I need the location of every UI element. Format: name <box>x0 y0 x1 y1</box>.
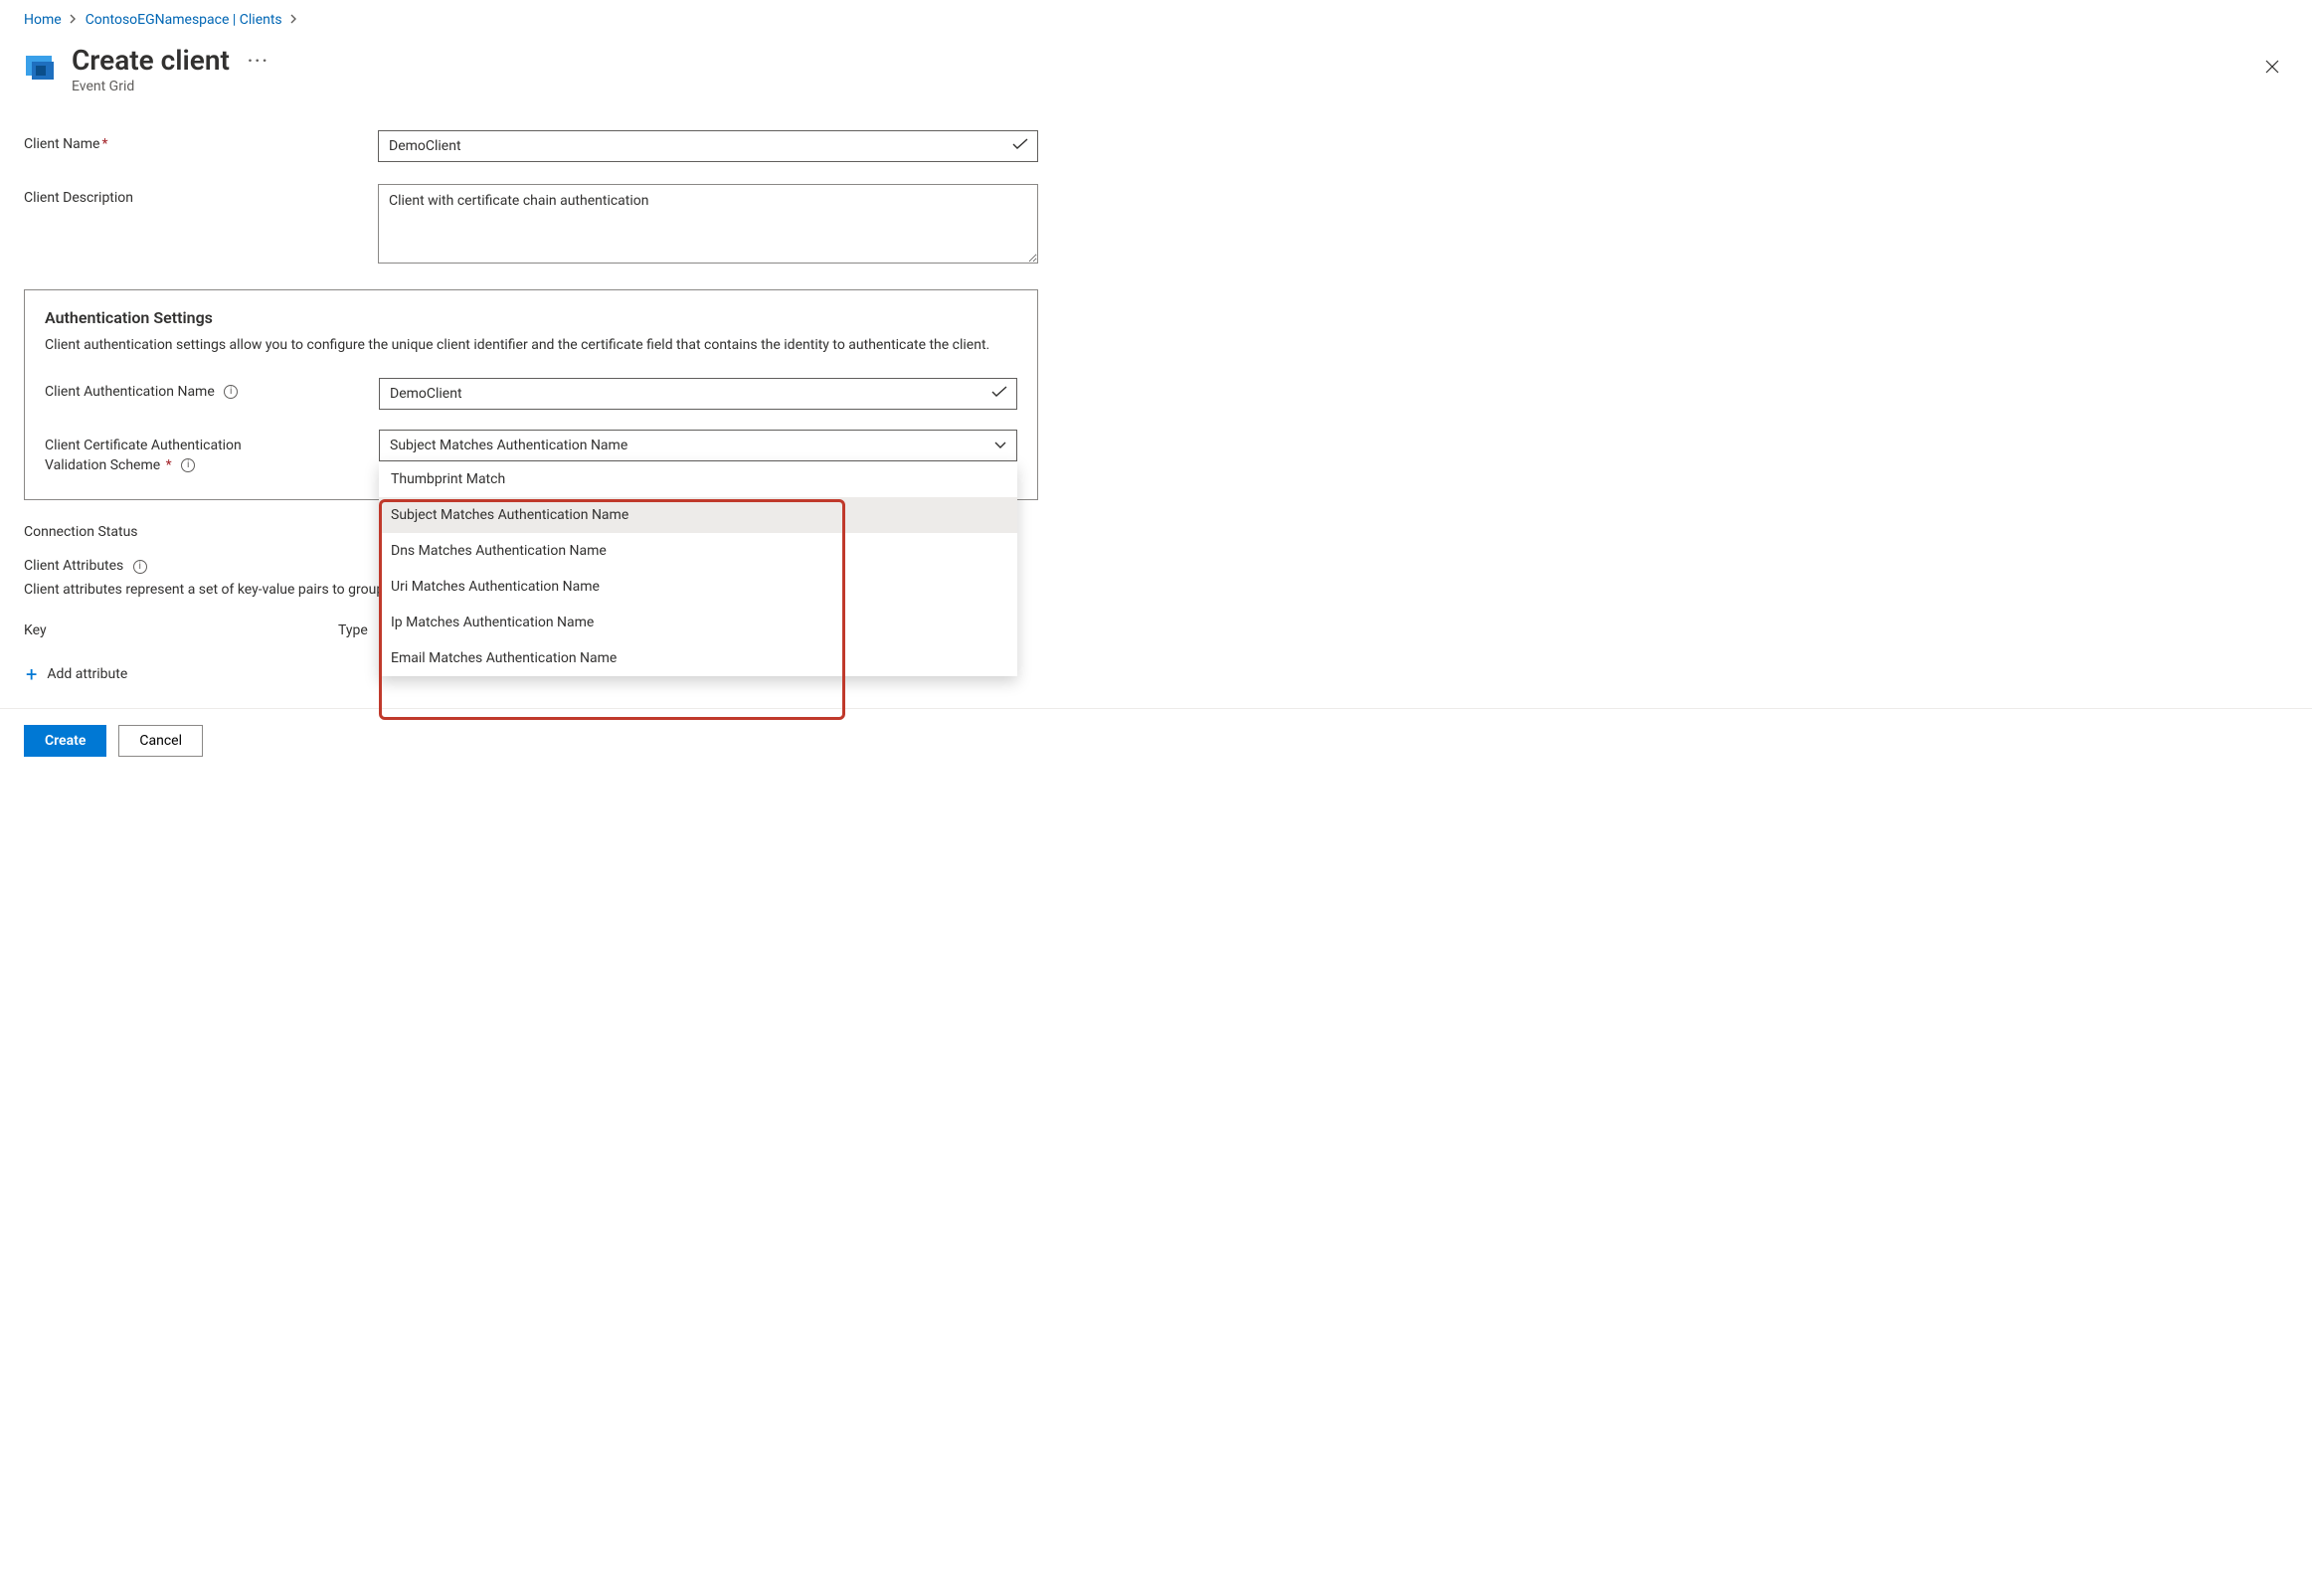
required-marker: * <box>162 457 172 473</box>
create-button[interactable]: Create <box>24 725 106 757</box>
validation-scheme-label-line2: Validation Scheme <box>45 457 160 473</box>
page-title: Create client <box>72 46 230 77</box>
event-grid-icon <box>24 50 58 84</box>
chevron-right-icon <box>290 13 298 27</box>
auth-name-label: Client Authentication Name <box>45 384 215 400</box>
scheme-option-email[interactable]: Email Matches Authentication Name <box>379 640 1017 676</box>
authentication-settings-section: Authentication Settings Client authentic… <box>24 289 1038 501</box>
validation-scheme-label-line1: Client Certificate Authentication <box>45 438 242 453</box>
info-icon[interactable]: i <box>181 458 195 472</box>
client-name-input[interactable] <box>378 130 1038 162</box>
client-attributes-heading: Client Attributes <box>24 558 123 574</box>
scheme-option-ip[interactable]: Ip Matches Authentication Name <box>379 605 1017 640</box>
close-icon[interactable] <box>2258 50 2286 86</box>
chevron-right-icon <box>70 13 78 27</box>
auth-settings-description: Client authentication settings allow you… <box>45 335 1017 356</box>
info-icon[interactable]: i <box>224 385 238 399</box>
add-attribute-button[interactable]: + Add attribute <box>24 660 129 688</box>
footer-bar: Create Cancel <box>0 708 2312 773</box>
client-description-label: Client Description <box>24 190 133 206</box>
auth-name-input[interactable] <box>379 378 1017 410</box>
attr-column-key: Key <box>24 622 338 638</box>
scheme-option-dns[interactable]: Dns Matches Authentication Name <box>379 533 1017 569</box>
plus-icon: + <box>26 664 37 684</box>
breadcrumb-namespace-clients[interactable]: ContosoEGNamespace | Clients <box>86 12 282 28</box>
info-icon[interactable]: i <box>133 560 147 574</box>
scheme-option-thumbprint[interactable]: Thumbprint Match <box>379 461 1017 497</box>
client-name-label: Client Name <box>24 136 99 152</box>
required-marker: * <box>101 136 107 152</box>
add-attribute-label: Add attribute <box>47 666 127 682</box>
chevron-down-icon <box>994 438 1006 453</box>
breadcrumb: Home ContosoEGNamespace | Clients <box>24 12 2288 28</box>
scheme-option-subject[interactable]: Subject Matches Authentication Name <box>379 497 1017 533</box>
validation-scheme-selected: Subject Matches Authentication Name <box>390 438 627 453</box>
client-description-input[interactable] <box>378 184 1038 264</box>
validation-scheme-dropdown[interactable]: Subject Matches Authentication Name <box>379 430 1017 461</box>
more-actions-button[interactable]: ··· <box>248 52 269 72</box>
validation-scheme-options: Thumbprint Match Subject Matches Authent… <box>379 461 1017 676</box>
breadcrumb-home[interactable]: Home <box>24 12 62 28</box>
auth-settings-heading: Authentication Settings <box>45 308 1017 327</box>
page-subtitle: Event Grid <box>72 79 2288 94</box>
scheme-option-uri[interactable]: Uri Matches Authentication Name <box>379 569 1017 605</box>
cancel-button[interactable]: Cancel <box>118 725 203 757</box>
